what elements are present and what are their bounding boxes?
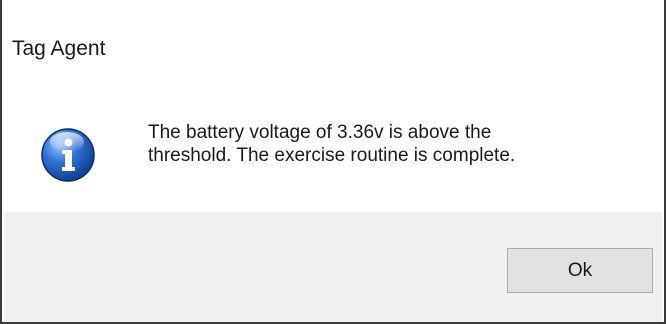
message-dialog: Tag Agent The battery voltage of 3.36v i… (0, 0, 666, 324)
ok-button[interactable]: Ok (507, 248, 653, 293)
dialog-footer: Ok (4, 212, 662, 322)
dialog-title: Tag Agent (12, 37, 106, 60)
info-icon (41, 128, 95, 182)
dialog-content: The battery voltage of 3.36v is above th… (4, 84, 662, 212)
dialog-message: The battery voltage of 3.36v is above th… (148, 122, 516, 166)
dialog-titlebar: Tag Agent (4, 6, 662, 84)
